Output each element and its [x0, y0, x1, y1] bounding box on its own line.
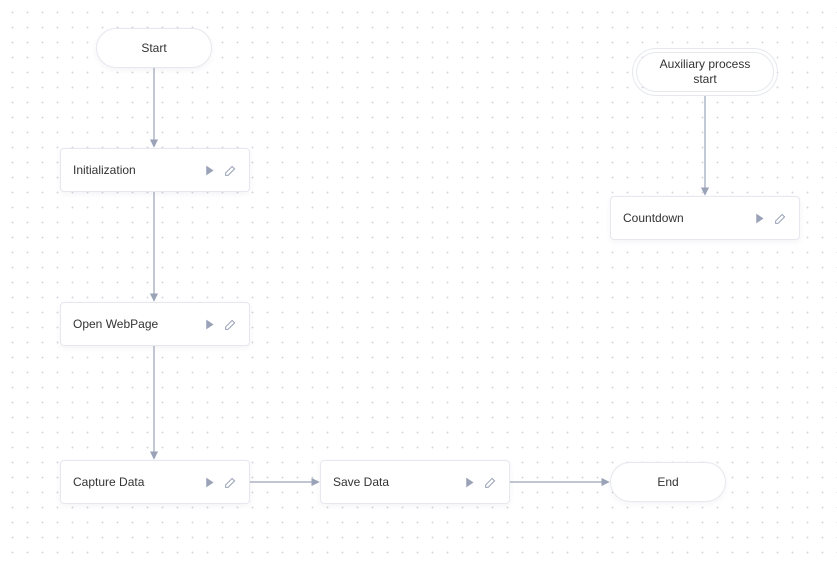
node-start-label: Start [141, 41, 166, 56]
node-open-webpage-label: Open WebPage [73, 317, 195, 331]
node-start[interactable]: Start [96, 28, 212, 68]
edit-icon[interactable] [224, 164, 237, 177]
node-save-data-label: Save Data [333, 475, 455, 489]
node-initialization[interactable]: Initialization [60, 148, 250, 192]
node-aux-start[interactable]: Auxiliary process start [632, 48, 778, 96]
edit-icon[interactable] [224, 476, 237, 489]
node-countdown[interactable]: Countdown [610, 196, 800, 240]
play-icon[interactable] [203, 476, 216, 489]
node-capture-data[interactable]: Capture Data [60, 460, 250, 504]
play-icon[interactable] [203, 318, 216, 331]
edit-icon[interactable] [484, 476, 497, 489]
node-end-label: End [657, 475, 678, 490]
node-save-data[interactable]: Save Data [320, 460, 510, 504]
edit-icon[interactable] [774, 212, 787, 225]
flowchart-canvas[interactable]: Start Initialization Open WebPage Captur… [0, 0, 837, 564]
node-capture-data-label: Capture Data [73, 475, 195, 489]
node-countdown-label: Countdown [623, 211, 745, 225]
node-initialization-label: Initialization [73, 163, 195, 177]
play-icon[interactable] [203, 164, 216, 177]
play-icon[interactable] [753, 212, 766, 225]
node-end[interactable]: End [610, 462, 726, 502]
play-icon[interactable] [463, 476, 476, 489]
node-open-webpage[interactable]: Open WebPage [60, 302, 250, 346]
edit-icon[interactable] [224, 318, 237, 331]
node-aux-start-label: Auxiliary process start [659, 57, 751, 87]
